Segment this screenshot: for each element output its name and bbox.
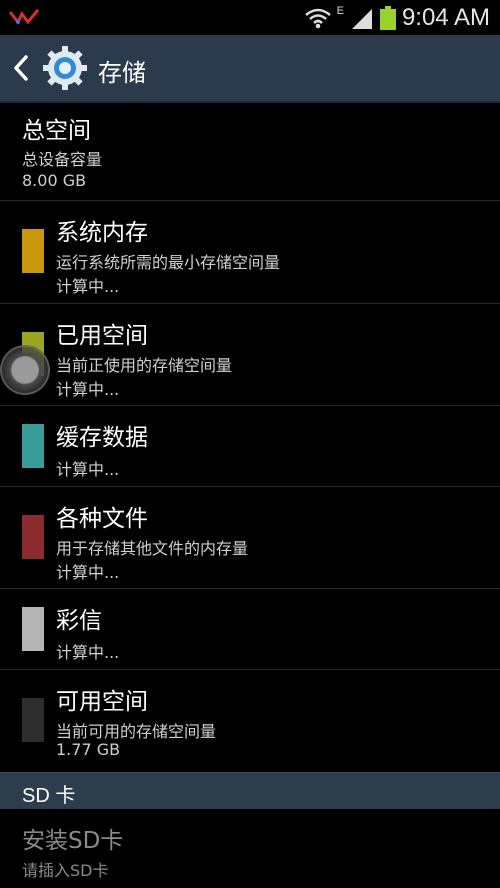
item-subtitle: 用于存储其他文件的内存量 [56, 539, 249, 558]
section-header-sd-card: SD 卡 [0, 772, 500, 809]
app-notification-icon [8, 9, 40, 25]
color-swatch [22, 515, 44, 559]
total-space-value: 8.00 GB [22, 171, 87, 190]
item-value: 计算中... [56, 277, 120, 296]
network-type-indicator: E [336, 4, 344, 17]
list-item-available-space[interactable]: 可用空间 当前可用的存储空间量 1.77 GB [0, 670, 500, 772]
total-space-title: 总空间 [22, 118, 91, 144]
item-title: 缓存数据 [56, 425, 148, 451]
item-title: 彩信 [56, 608, 102, 634]
list-item-cached-data[interactable]: 缓存数据 计算中... [0, 406, 500, 487]
item-title: 已用空间 [56, 323, 148, 349]
install-sd-card-subtitle: 请插入SD卡 [22, 861, 109, 880]
color-swatch [22, 424, 44, 468]
battery-icon [379, 5, 396, 30]
install-sd-card-item[interactable]: 安装SD卡 请插入SD卡 [0, 809, 500, 888]
item-value: 计算中... [56, 643, 120, 662]
status-time: 9:04 AM [401, 3, 490, 31]
list-item-mms[interactable]: 彩信 计算中... [0, 589, 500, 670]
list-item-used-space[interactable]: 已用空间 当前正使用的存储空间量 计算中... [0, 304, 500, 406]
item-subtitle: 当前可用的存储空间量 [56, 722, 217, 741]
item-value: 计算中... [56, 380, 120, 399]
item-title: 各种文件 [56, 506, 148, 532]
color-swatch [22, 607, 44, 651]
status-bar: E 9:04 AM [0, 0, 500, 35]
item-title: 系统内存 [56, 220, 148, 246]
item-value: 计算中... [56, 563, 120, 582]
item-value: 1.77 GB [56, 740, 121, 759]
total-space-subtitle: 总设备容量 [22, 150, 103, 169]
page-title: 存储 [98, 59, 146, 87]
settings-gear-icon [43, 46, 87, 90]
list-item-misc-files[interactable]: 各种文件 用于存储其他文件的内存量 计算中... [0, 487, 500, 589]
action-bar: 存储 [0, 35, 500, 103]
back-arrow-icon[interactable] [10, 54, 32, 82]
color-swatch [22, 229, 44, 273]
signal-icon [351, 8, 372, 29]
section-header-label: SD 卡 [22, 785, 76, 807]
color-swatch [22, 698, 44, 742]
wifi-icon [304, 8, 331, 28]
total-space-item[interactable]: 总空间 总设备容量 8.00 GB [0, 101, 500, 201]
item-title: 可用空间 [56, 689, 148, 715]
floating-assistive-button[interactable] [0, 345, 50, 395]
item-subtitle: 运行系统所需的最小存储空间量 [56, 253, 281, 272]
item-subtitle: 当前正使用的存储空间量 [56, 356, 233, 375]
install-sd-card-title: 安装SD卡 [22, 828, 124, 854]
list-item-system-memory[interactable]: 系统内存 运行系统所需的最小存储空间量 计算中... [0, 201, 500, 304]
item-value: 计算中... [56, 460, 120, 479]
